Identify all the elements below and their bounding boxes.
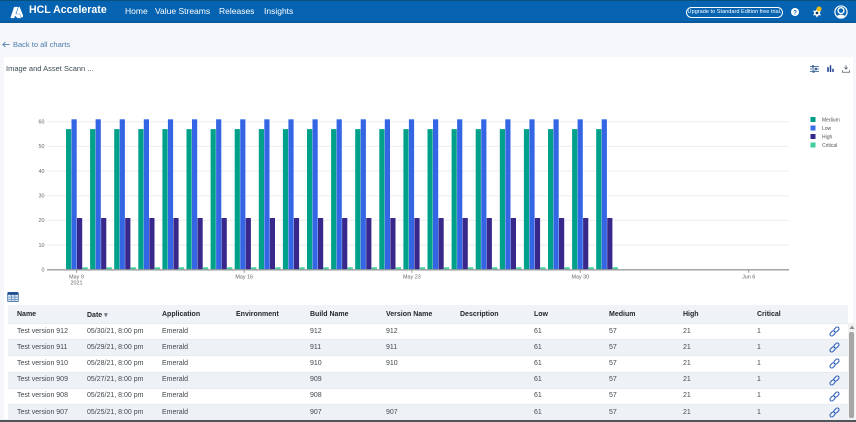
svg-text:0: 0 bbox=[42, 268, 45, 274]
svg-text:30: 30 bbox=[39, 194, 45, 200]
svg-text:May 23: May 23 bbox=[403, 274, 421, 280]
svg-text:20: 20 bbox=[39, 218, 45, 224]
svg-text:High: High bbox=[822, 134, 833, 140]
svg-text:May 30: May 30 bbox=[571, 274, 589, 280]
svg-text:2021: 2021 bbox=[71, 280, 83, 286]
svg-text:40: 40 bbox=[39, 169, 45, 175]
svg-text:Medium: Medium bbox=[822, 117, 840, 123]
svg-text:Critical: Critical bbox=[822, 143, 837, 149]
svg-text:Jun 6: Jun 6 bbox=[742, 274, 755, 280]
svg-text:60: 60 bbox=[39, 120, 45, 126]
svg-text:May 16: May 16 bbox=[235, 274, 253, 280]
svg-text:10: 10 bbox=[39, 243, 45, 249]
svg-text:Low: Low bbox=[822, 126, 832, 132]
svg-text:?: ? bbox=[793, 9, 797, 16]
svg-text:50: 50 bbox=[39, 144, 45, 150]
